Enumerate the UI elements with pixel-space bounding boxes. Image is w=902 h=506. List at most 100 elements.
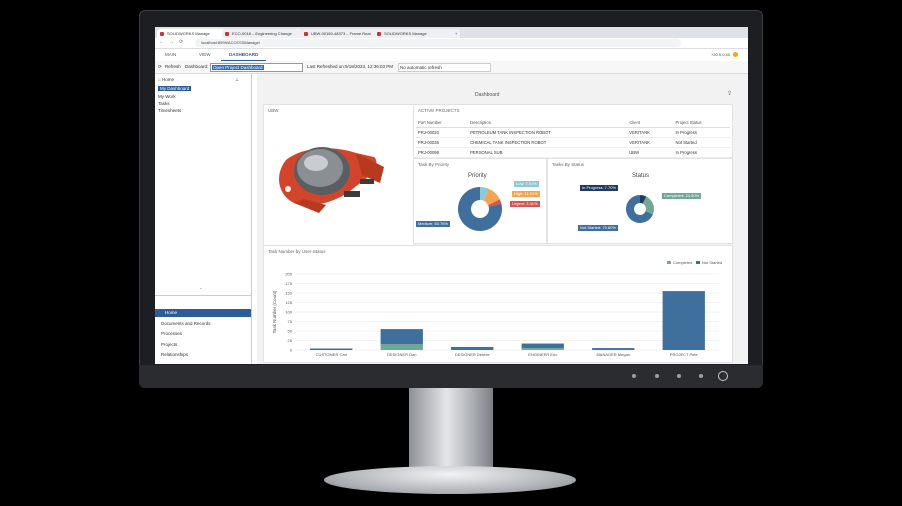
tree-item-tasks[interactable]: Tasks <box>158 101 170 106</box>
legend-swatch-not-started <box>696 261 700 264</box>
bar-not-started[interactable] <box>451 346 494 350</box>
tree-item-my-work[interactable]: My Work <box>158 94 176 99</box>
table-row[interactable]: PRJ-00035 CHEMICAL TANK INSPECTION ROBOT V… <box>416 137 730 148</box>
app-favicon-icon <box>377 32 381 36</box>
user-id: +20.0.0.40 <box>710 52 730 57</box>
x-tick-label: CUSTOMER Carl <box>316 352 347 357</box>
bar-not-started[interactable] <box>592 348 635 350</box>
screen: SOLIDWORKS Manage× ECO-0018 – Engineerin… <box>155 27 748 364</box>
tab-main[interactable]: MAIN <box>157 49 184 60</box>
y-tick-label: 100 <box>285 310 292 315</box>
browser-tab[interactable]: SOLIDWORKS Manage× <box>157 29 229 38</box>
refresh-icon[interactable]: ⟳ <box>179 39 183 45</box>
browser-tab[interactable]: ECO-0018 – Engineering Change <box>222 29 302 38</box>
y-axis-label: Task Number (Count) <box>272 290 277 333</box>
last-refreshed-label: Last Refreshed on: <box>307 64 346 69</box>
auto-refresh-select[interactable]: No automatic refresh <box>398 63 491 72</box>
cell: VERITANK <box>627 137 674 148</box>
nav-relationships[interactable]: Relationships <box>161 352 188 357</box>
browser-tabbar: SOLIDWORKS Manage× ECO-0018 – Engineerin… <box>155 27 748 38</box>
bar-not-started[interactable] <box>310 348 353 350</box>
active-projects-panel: ACTIVE PROJECTS Part Number Description … <box>413 104 733 158</box>
dashboard-title: Dashboard <box>475 92 500 98</box>
pin-icon[interactable]: ⊥ <box>235 77 239 83</box>
monitor-button <box>632 374 636 378</box>
tree-item-timesheets[interactable]: Timesheets <box>158 108 181 113</box>
column-header[interactable]: Part Number <box>416 118 469 128</box>
monitor-button <box>655 374 659 378</box>
y-tick-label: 25 <box>288 338 293 343</box>
y-tick-label: 75 <box>288 319 293 324</box>
dashboard-toolbar: ⟳ Refresh Dashboard: Open Project Dashbo… <box>155 61 748 74</box>
dashboard-select-value: Open Project Dashboard <box>212 65 264 70</box>
app-favicon-icon <box>225 32 229 36</box>
power-icon <box>718 371 728 381</box>
nav-processes[interactable]: Processes <box>161 331 182 336</box>
status-label-in-progress: In Progress: 7.70% <box>580 185 619 191</box>
cell: UBW <box>627 147 674 158</box>
priority-label-medium: Medium: 83.76% <box>416 221 451 227</box>
y-tick-label: 200 <box>285 272 292 277</box>
refresh-button[interactable]: Refresh <box>165 64 181 69</box>
cell: Not Started <box>673 137 730 148</box>
monitor-stand <box>409 388 493 470</box>
browser-tab[interactable]: SOLIDWORKS Manage <box>374 29 460 38</box>
y-tick-label: 0 <box>290 348 293 353</box>
y-tick-label: 150 <box>285 291 292 296</box>
app-favicon-icon <box>160 32 164 36</box>
projects-title: ACTIVE PROJECTS <box>418 108 460 113</box>
bar-completed[interactable] <box>521 348 564 350</box>
table-header: Part Number Description Client Project S… <box>416 118 730 128</box>
nav-documents[interactable]: Documents and Records <box>161 321 211 326</box>
column-header[interactable]: Client <box>627 118 674 128</box>
tab-title: ECO-0018 – Engineering Change <box>232 31 292 36</box>
cell: PERSONAL SUB <box>468 147 628 158</box>
refresh-icon[interactable]: ⟳ <box>158 64 162 70</box>
cell: In Progress <box>673 147 730 158</box>
tree-label: Home <box>161 77 174 82</box>
x-tick-label: MANAGER Megan <box>596 352 630 357</box>
nav-home[interactable]: Home <box>155 309 251 317</box>
address-bar: ← → ⟳ localhost:8999/ACCESSManage/ <box>155 38 748 49</box>
new-tab-button[interactable]: + <box>453 29 463 38</box>
cell: CHEMICAL TANK INSPECTION ROBOT <box>468 137 628 148</box>
projects-table: Part Number Description Client Project S… <box>416 118 730 158</box>
legend-not-started: Not Started <box>702 260 722 265</box>
bar-not-started[interactable] <box>521 343 564 349</box>
chevron-down-icon[interactable]: ⌄ <box>199 285 203 291</box>
share-icon[interactable]: ⇪ <box>727 90 732 97</box>
dashboard-content: Dashboard ⇪ UBW ACTIVE PROJECTS Part Num… <box>257 74 748 364</box>
bar-completed[interactable] <box>380 344 423 350</box>
browser-tab[interactable]: UBW-00165-48373 – Frame Rear <box>301 29 379 38</box>
table-row[interactable]: PRJ-00020 PETROLEUM TANK INSPECTION ROBOT… <box>416 127 730 138</box>
bar-not-started[interactable] <box>662 291 705 350</box>
nav-projects[interactable]: Projects <box>161 342 177 347</box>
column-header[interactable]: Description <box>468 118 628 128</box>
app-favicon-icon <box>304 32 308 36</box>
legend-completed: Completed <box>673 260 692 265</box>
bar-not-started[interactable] <box>380 329 423 345</box>
status-panel: Tasks By Status Status In Progress: 7.70… <box>547 158 733 244</box>
bar-chart-panel: Task Number by User-Status 0 25 50 75 100 125… <box>263 245 733 363</box>
avatar[interactable] <box>733 52 738 57</box>
tree-item-my-dashboard[interactable]: My Dashboard <box>158 86 192 91</box>
monitor-button <box>699 374 703 378</box>
forward-icon[interactable]: → <box>169 39 174 45</box>
tree-home[interactable]: ⌂ Home <box>158 77 174 82</box>
last-refreshed-value: 9/18/2023, 12:36:03 PM <box>345 64 394 69</box>
priority-label-urgent: Urgent: 3.41% <box>510 201 540 207</box>
table-row[interactable]: PRJ-00098 PERSONAL SUB UBW In Progress <box>416 147 730 158</box>
cell: PETROLEUM TANK INSPECTION ROBOT <box>468 127 628 138</box>
back-icon[interactable]: ← <box>159 39 164 45</box>
cell: PRJ-00020 <box>416 127 469 138</box>
x-tick-label: PROJECT Pete <box>670 352 699 357</box>
cell: In Progress <box>673 127 730 138</box>
x-tick-label: DESIGNER Debbie <box>455 352 490 357</box>
tab-title: UBW-00165-48373 – Frame Rear <box>311 31 371 36</box>
tab-view[interactable]: VIEW <box>191 49 219 60</box>
column-header[interactable]: Project Status <box>673 118 730 128</box>
image-panel: UBW <box>263 104 415 246</box>
dashboard-select[interactable]: Open Project Dashboard <box>210 63 303 72</box>
lower-nav: Home Documents and Records Processes Pro… <box>155 295 251 364</box>
url-input[interactable]: localhost:8999/ACCESSManage/ <box>195 39 681 47</box>
